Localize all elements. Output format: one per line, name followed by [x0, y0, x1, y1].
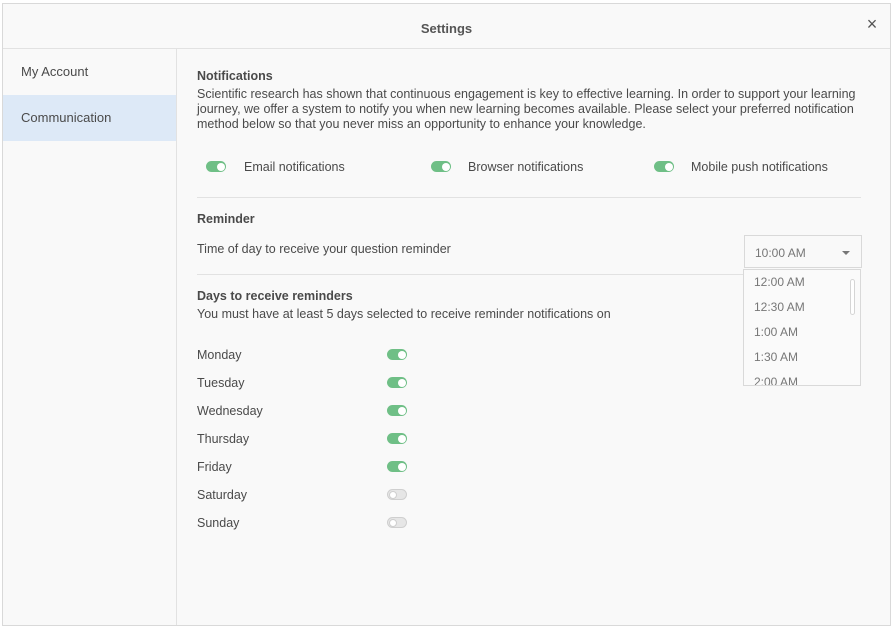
browser-notifications-toggle[interactable]	[431, 161, 451, 172]
notifications-heading: Notifications	[197, 69, 273, 83]
settings-dialog: Settings × My Account Communication Noti…	[2, 3, 891, 626]
email-notifications-toggle[interactable]	[206, 161, 226, 172]
time-option[interactable]: 1:00 AM	[744, 320, 848, 345]
day-label-friday: Friday	[197, 460, 232, 474]
section-divider	[197, 197, 861, 198]
dialog-header: Settings ×	[3, 4, 890, 49]
day-label-thursday: Thursday	[197, 432, 250, 446]
reminder-heading: Reminder	[197, 212, 255, 226]
days-heading: Days to receive reminders	[197, 289, 353, 303]
chevron-down-icon	[842, 251, 850, 255]
mobile-push-notifications-toggle[interactable]	[654, 161, 674, 172]
email-notifications-label: Email notifications	[244, 160, 345, 174]
notifications-description: Scientific research has shown that conti…	[197, 87, 856, 131]
day-toggle-sunday[interactable]	[387, 517, 407, 528]
day-toggle-friday[interactable]	[387, 461, 407, 472]
time-option[interactable]: 2:00 AM	[744, 370, 848, 385]
day-toggle-wednesday[interactable]	[387, 405, 407, 416]
days-subtitle: You must have at least 5 days selected t…	[197, 307, 611, 321]
day-label-monday: Monday	[197, 348, 242, 362]
day-toggle-thursday[interactable]	[387, 433, 407, 444]
mobile-push-notifications-label: Mobile push notifications	[691, 160, 828, 174]
day-label-sunday: Sunday	[197, 516, 240, 530]
dropdown-scrollbar[interactable]	[850, 279, 855, 315]
dialog-title: Settings	[420, 21, 473, 36]
time-option[interactable]: 12:00 AM	[744, 270, 848, 295]
day-toggle-tuesday[interactable]	[387, 377, 407, 388]
day-label-wednesday: Wednesday	[197, 404, 263, 418]
close-icon[interactable]: ×	[864, 15, 880, 33]
time-options-list: 12:00 AM 12:30 AM 1:00 AM 1:30 AM 2:00 A…	[744, 270, 848, 385]
day-label-tuesday: Tuesday	[197, 376, 245, 390]
day-toggle-saturday[interactable]	[387, 489, 407, 500]
browser-notifications-label: Browser notifications	[468, 160, 584, 174]
reminder-time-label: Time of day to receive your question rem…	[197, 242, 451, 256]
reminder-time-dropdown[interactable]: 12:00 AM 12:30 AM 1:00 AM 1:30 AM 2:00 A…	[743, 269, 861, 386]
time-option[interactable]: 12:30 AM	[744, 295, 848, 320]
sidebar-item-communication[interactable]: Communication	[3, 95, 176, 141]
section-divider	[197, 274, 743, 275]
communication-panel: Notifications Scientific research has sh…	[197, 49, 862, 625]
settings-sidebar: My Account Communication	[3, 49, 177, 625]
day-label-saturday: Saturday	[197, 488, 248, 502]
reminder-time-value: 10:00 AM	[755, 246, 806, 260]
time-option[interactable]: 1:30 AM	[744, 345, 848, 370]
sidebar-item-my-account[interactable]: My Account	[3, 49, 176, 95]
reminder-time-select[interactable]: 10:00 AM	[744, 235, 862, 268]
day-toggle-monday[interactable]	[387, 349, 407, 360]
